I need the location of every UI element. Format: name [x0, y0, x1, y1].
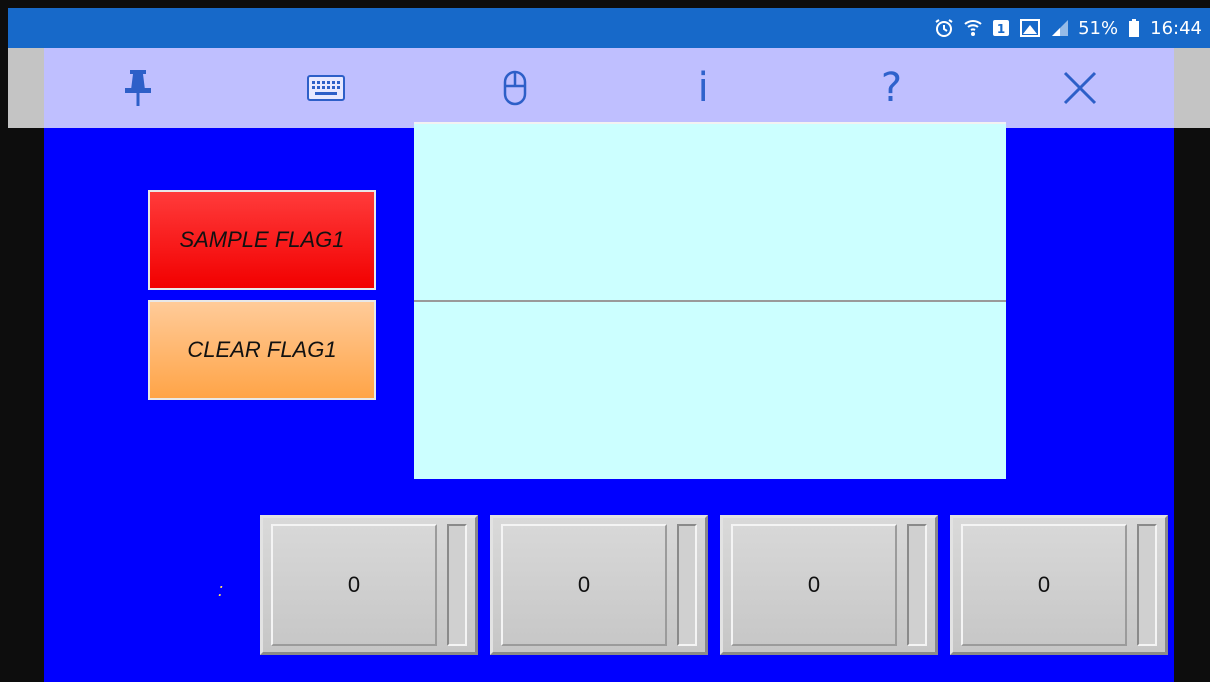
mouse-button[interactable]	[421, 48, 609, 128]
battery-percent: 51%	[1078, 17, 1119, 39]
numeric-slot-1	[447, 524, 467, 646]
pin-button[interactable]	[44, 48, 232, 128]
bezel-right	[1174, 48, 1210, 128]
colon-label: :	[218, 580, 224, 600]
numeric-value-4: 0	[961, 524, 1127, 646]
screen-edge-right	[1174, 128, 1210, 682]
numeric-input-2[interactable]: 0	[490, 515, 708, 655]
mouse-icon	[503, 68, 527, 108]
keyboard-icon	[307, 74, 346, 102]
battery-icon	[1128, 18, 1140, 38]
toolbar: i ?	[44, 48, 1174, 128]
display-panel	[414, 122, 1006, 479]
clear-flag-label: CLEAR FLAG1	[187, 337, 337, 362]
clear-flag-button[interactable]: CLEAR FLAG1	[148, 300, 376, 400]
svg-text:1: 1	[997, 22, 1005, 36]
notification-icon: 1	[992, 18, 1010, 38]
numeric-slot-4	[1137, 524, 1157, 646]
alarm-icon	[934, 18, 954, 38]
help-button[interactable]: ?	[797, 48, 985, 128]
status-bar: 1 51% 16:44	[8, 8, 1210, 48]
panel-divider	[414, 300, 1006, 302]
numeric-input-3[interactable]: 0	[720, 515, 938, 655]
numeric-value-1: 0	[271, 524, 437, 646]
wifi-icon	[964, 18, 982, 38]
clock: 16:44	[1150, 17, 1202, 39]
numeric-value-3: 0	[731, 524, 897, 646]
signal-icon	[1050, 18, 1070, 38]
numeric-value-2: 0	[501, 524, 667, 646]
numeric-slot-3	[907, 524, 927, 646]
pin-icon	[124, 68, 152, 108]
sample-flag-label: SAMPLE FLAG1	[179, 227, 345, 252]
hmi-screen: SAMPLE FLAG1 CLEAR FLAG1 : 0 0 0 0	[44, 122, 1174, 682]
screen-edge-left	[8, 128, 44, 682]
bezel-left	[8, 48, 44, 128]
sample-flag-button[interactable]: SAMPLE FLAG1	[148, 190, 376, 290]
close-button[interactable]	[986, 48, 1174, 128]
gallery-icon	[1020, 18, 1041, 38]
close-icon	[1062, 70, 1098, 106]
numeric-input-1[interactable]: 0	[260, 515, 478, 655]
help-label: ?	[880, 65, 903, 111]
info-label: i	[697, 65, 709, 111]
numeric-slot-2	[677, 524, 697, 646]
numeric-input-4[interactable]: 0	[950, 515, 1168, 655]
info-button[interactable]: i	[609, 48, 797, 128]
keyboard-button[interactable]	[232, 48, 420, 128]
